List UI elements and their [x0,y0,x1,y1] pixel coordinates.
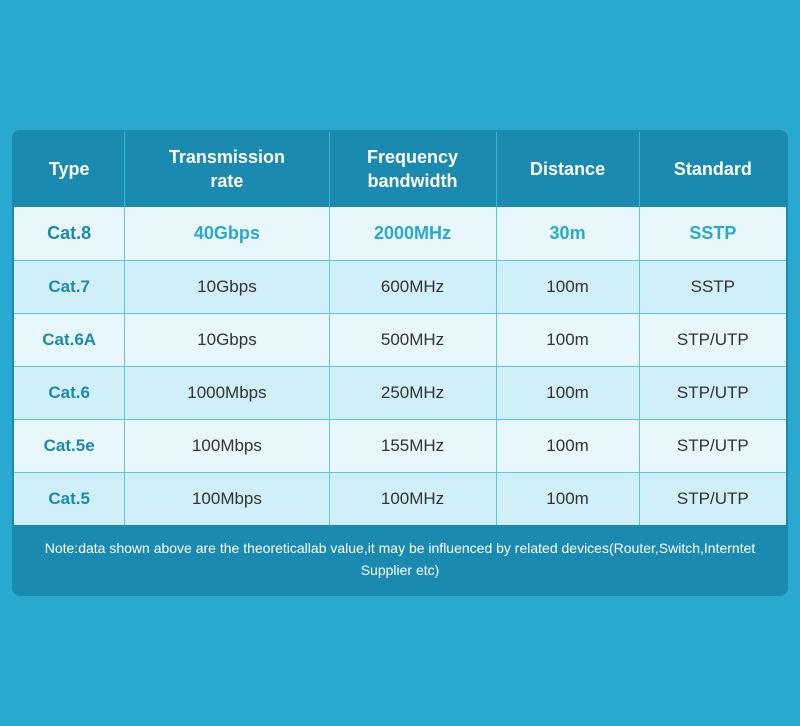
footer-note: Note:data shown above are the theoretica… [14,525,786,594]
table-row: Cat.5e100Mbps155MHz100mSTP/UTP [14,420,786,473]
header-standard: Standard [639,132,786,207]
header-type: Type [14,132,125,207]
cell-transmission: 10Gbps [125,314,329,367]
cell-transmission: 1000Mbps [125,367,329,420]
header-distance: Distance [496,132,639,207]
cell-type: Cat.6A [14,314,125,367]
cell-frequency: 500MHz [329,314,496,367]
cell-standard: STP/UTP [639,473,786,526]
table-row: Cat.710Gbps600MHz100mSSTP [14,261,786,314]
cell-standard: STP/UTP [639,367,786,420]
cell-distance: 100m [496,367,639,420]
cell-transmission: 40Gbps [125,207,329,261]
table-row: Cat.61000Mbps250MHz100mSTP/UTP [14,367,786,420]
cell-frequency: 600MHz [329,261,496,314]
cell-distance: 100m [496,473,639,526]
cell-type: Cat.6 [14,367,125,420]
cell-frequency: 2000MHz [329,207,496,261]
cell-transmission: 100Mbps [125,420,329,473]
cell-frequency: 100MHz [329,473,496,526]
cell-standard: STP/UTP [639,314,786,367]
cell-frequency: 155MHz [329,420,496,473]
header-transmission: Transmissionrate [125,132,329,207]
header-frequency: Frequencybandwidth [329,132,496,207]
table-row: Cat.840Gbps2000MHz30mSSTP [14,207,786,261]
cell-type: Cat.5 [14,473,125,526]
cell-distance: 100m [496,314,639,367]
cell-distance: 100m [496,420,639,473]
table-header-row: Type Transmissionrate Frequencybandwidth… [14,132,786,207]
comparison-table: Type Transmissionrate Frequencybandwidth… [12,130,788,596]
cell-distance: 100m [496,261,639,314]
cell-standard: SSTP [639,261,786,314]
cell-type: Cat.8 [14,207,125,261]
cell-type: Cat.7 [14,261,125,314]
cell-transmission: 100Mbps [125,473,329,526]
cell-type: Cat.5e [14,420,125,473]
cell-standard: SSTP [639,207,786,261]
table-row: Cat.5100Mbps100MHz100mSTP/UTP [14,473,786,526]
cell-transmission: 10Gbps [125,261,329,314]
cell-standard: STP/UTP [639,420,786,473]
table-row: Cat.6A10Gbps500MHz100mSTP/UTP [14,314,786,367]
cell-frequency: 250MHz [329,367,496,420]
cell-distance: 30m [496,207,639,261]
